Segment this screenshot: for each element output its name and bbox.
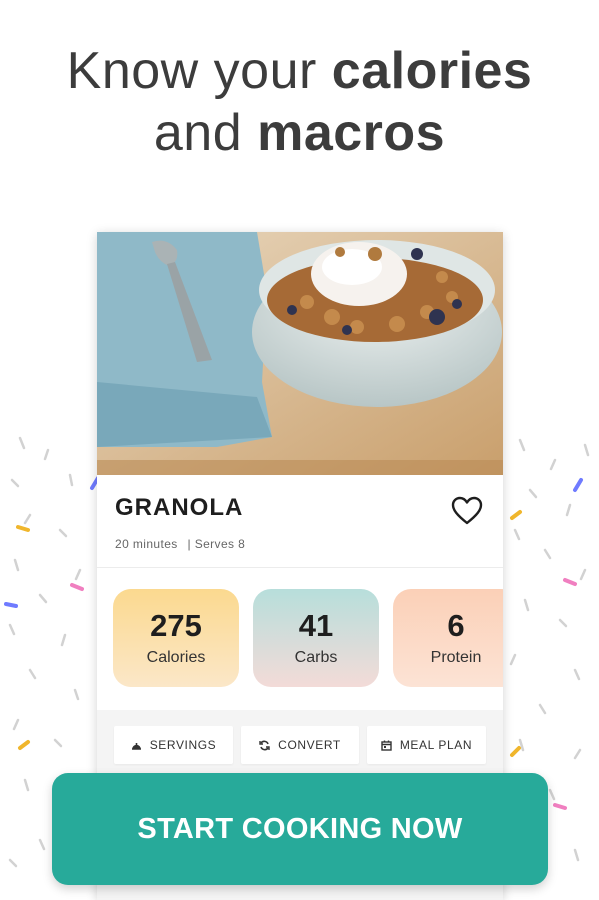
granola-bowl-photo xyxy=(97,232,503,475)
recipe-meta: 20 minutes | Serves 8 xyxy=(115,537,245,551)
divider xyxy=(97,567,503,568)
servings-label: SERVINGS xyxy=(149,738,217,752)
calendar-icon xyxy=(381,740,392,752)
start-cooking-button[interactable]: START COOKING NOW xyxy=(52,773,548,885)
protein-label: Protein xyxy=(430,649,482,666)
protein-card: 6 Protein xyxy=(393,589,503,687)
convert-button[interactable]: CONVERT xyxy=(241,726,359,764)
headline: Know your calories and macros xyxy=(0,40,599,164)
meal-plan-label: MEAL PLAN xyxy=(399,738,473,752)
convert-icon xyxy=(259,740,270,751)
headline-line2-bold: macros xyxy=(257,104,446,162)
headline-line1-bold: calories xyxy=(331,42,533,100)
calories-card: 275 Calories xyxy=(113,589,239,687)
headline-line2-light: and xyxy=(153,104,258,162)
carbs-value: 41 xyxy=(298,608,334,643)
meal-plan-button[interactable]: MEAL PLAN xyxy=(367,726,486,764)
protein-value: 6 xyxy=(447,608,465,643)
recipe-time: 20 minutes xyxy=(115,537,178,551)
heart-outline-icon[interactable] xyxy=(451,496,483,526)
recipe-title: GRANOLA xyxy=(115,494,244,521)
carbs-card: 41 Carbs xyxy=(253,589,379,687)
calories-value: 275 xyxy=(150,608,202,643)
servings-button[interactable]: SERVINGS xyxy=(114,726,233,764)
convert-label: CONVERT xyxy=(278,738,341,752)
servings-icon xyxy=(131,742,141,750)
calories-label: Calories xyxy=(146,649,206,666)
headline-line1-light: Know your xyxy=(66,42,332,100)
recipe-serves: | Serves 8 xyxy=(187,537,246,551)
carbs-label: Carbs xyxy=(294,649,338,666)
